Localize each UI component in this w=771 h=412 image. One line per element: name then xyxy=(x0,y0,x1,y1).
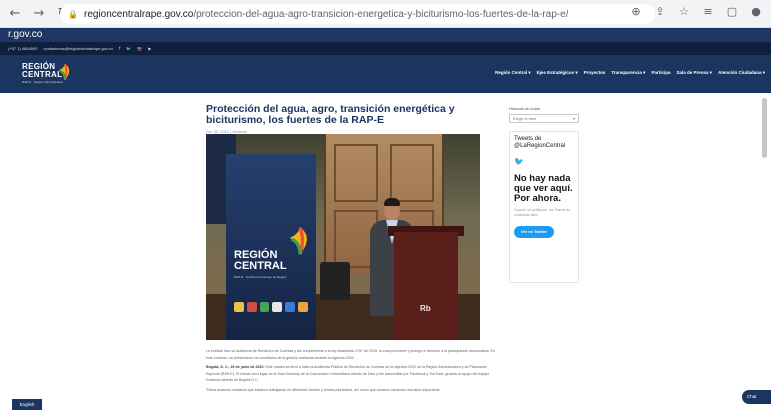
browser-toolbar: ← → ↻ 🔒 regioncentralrape.gov.co /protec… xyxy=(0,0,771,28)
star-icon[interactable]: ☆ xyxy=(677,5,691,18)
back-icon[interactable]: ← xyxy=(6,5,24,23)
site-header: REGIÓN CENTRAL RAP-E · Región Administra… xyxy=(0,55,771,93)
share-icon[interactable]: ⇪ xyxy=(653,5,667,18)
article-intro: La entidad hizo su Audiencia de Rendició… xyxy=(206,349,496,360)
chat-button[interactable]: Chat xyxy=(742,390,771,404)
address-bar[interactable]: 🔒 regioncentralrape.gov.co /proteccion-d… xyxy=(60,4,655,24)
url-path: /proteccion-del-agua-agro-transicion-ene… xyxy=(193,8,569,20)
door-panel xyxy=(390,144,434,202)
menu-item-atencion[interactable]: Atención Ciudadana ▾ xyxy=(718,70,765,76)
archive-select-value: Elegir el mes xyxy=(513,116,537,121)
view-on-twitter-button[interactable]: Ver en Twitter xyxy=(514,226,554,238)
profile-icon[interactable]: ● xyxy=(749,5,763,18)
menu-item-ejes[interactable]: Ejes Estratégicos ▾ xyxy=(537,70,578,76)
article: Protección del agua, agro, transición en… xyxy=(206,103,498,392)
partner-logo xyxy=(285,302,296,312)
partner-logo xyxy=(246,302,257,312)
phone-text: (+57 1) 4864590 xyxy=(8,46,38,51)
partner-logo xyxy=(234,302,244,312)
twitter-timeline-title[interactable]: Tweets de @LaRegionCentral xyxy=(514,136,574,150)
twitter-icon[interactable]: 🐦 xyxy=(126,46,131,51)
menu-item-sala-prensa[interactable]: Sala de Prensa ▾ xyxy=(676,70,712,76)
banner-logos xyxy=(234,302,308,316)
logo-leaf-icon xyxy=(59,63,70,81)
contact-bar: (+57 1) 4864590 contactenos@regioncentra… xyxy=(0,42,771,55)
podium-logo: Rb xyxy=(420,304,431,313)
speaker-amp xyxy=(320,262,350,300)
banner-subtitle: RAP-E · Territorio Construye de Región xyxy=(234,275,287,279)
chevron-down-icon: ▾ xyxy=(572,116,575,121)
banner-title: REGIÓN CENTRAL xyxy=(234,250,287,272)
domain-strip: r.gov.co xyxy=(0,28,771,42)
partner-logo xyxy=(259,302,270,312)
language-button[interactable]: English xyxy=(12,399,42,410)
menu-item-proyectos[interactable]: Proyectos xyxy=(584,70,606,76)
menu-item-participa[interactable]: Participa xyxy=(651,70,670,76)
article-paragraph: "Estos avances muestran que estamos trab… xyxy=(206,387,440,392)
page-scrollbar[interactable] xyxy=(762,98,767,158)
lock-icon[interactable]: 🔒 xyxy=(68,10,78,19)
banner-title-line2: CENTRAL xyxy=(234,260,287,272)
main-menu: Región Central ▾ Ejes Estratégicos ▾ Pro… xyxy=(495,70,765,76)
archive-select[interactable]: Elegir el mes ▾ xyxy=(509,114,579,123)
facebook-icon[interactable]: f xyxy=(119,46,120,51)
article-paragraph: Bogotá, D. C., 28 de junio de 2022. Este… xyxy=(206,364,498,384)
partner-logo xyxy=(298,302,308,312)
archive-label: Historial de notas xyxy=(509,106,540,111)
roll-up-banner: REGIÓN CENTRAL RAP-E · Territorio Constr… xyxy=(226,154,316,340)
instagram-icon[interactable]: 📷 xyxy=(137,46,142,51)
youtube-icon[interactable]: ▶ xyxy=(148,46,151,51)
email-text[interactable]: contactenos@regioncentralrape.gov.co xyxy=(43,46,112,51)
browser-actions: ⊕ ⇪ ☆ ≡ ▢ ● xyxy=(629,5,763,18)
twitter-bird-icon: 🐦 xyxy=(514,157,524,166)
menu-item-region-central[interactable]: Región Central ▾ xyxy=(495,70,531,76)
article-body: La entidad hizo su Audiencia de Rendició… xyxy=(206,348,498,396)
menu-item-transparencia[interactable]: Transparencia ▾ xyxy=(611,70,645,76)
split-view-icon[interactable]: ▢ xyxy=(725,5,739,18)
article-dateline: Bogotá, D. C., 28 de junio de 2022. xyxy=(206,365,265,369)
door-panel xyxy=(334,144,378,202)
article-photo: REGIÓN CENTRAL RAP-E · Territorio Constr… xyxy=(206,134,480,340)
podium xyxy=(394,232,458,340)
twitter-empty-description: Cuando se publiquen, los Tweets se mostr… xyxy=(514,208,571,217)
partner-logo xyxy=(272,302,283,312)
reading-list-icon[interactable]: ≡ xyxy=(701,5,715,18)
twitter-empty-message: No hay nada que ver aquí. Por ahora. xyxy=(514,173,573,204)
url-domain: regioncentralrape.gov.co xyxy=(84,8,194,20)
article-title: Protección del agua, agro, transición en… xyxy=(206,103,455,126)
zoom-icon[interactable]: ⊕ xyxy=(629,5,643,18)
forward-icon[interactable]: → xyxy=(30,5,48,23)
site-logo[interactable]: REGIÓN CENTRAL RAP-E · Región Administra… xyxy=(22,63,72,85)
speaker-hair xyxy=(384,198,400,206)
sidebar: Historial de notas Elegir el mes ▾ Tweet… xyxy=(509,106,579,283)
twitter-timeline: Tweets de @LaRegionCentral 🐦 No hay nada… xyxy=(509,131,579,283)
banner-leaf-icon xyxy=(290,227,307,255)
